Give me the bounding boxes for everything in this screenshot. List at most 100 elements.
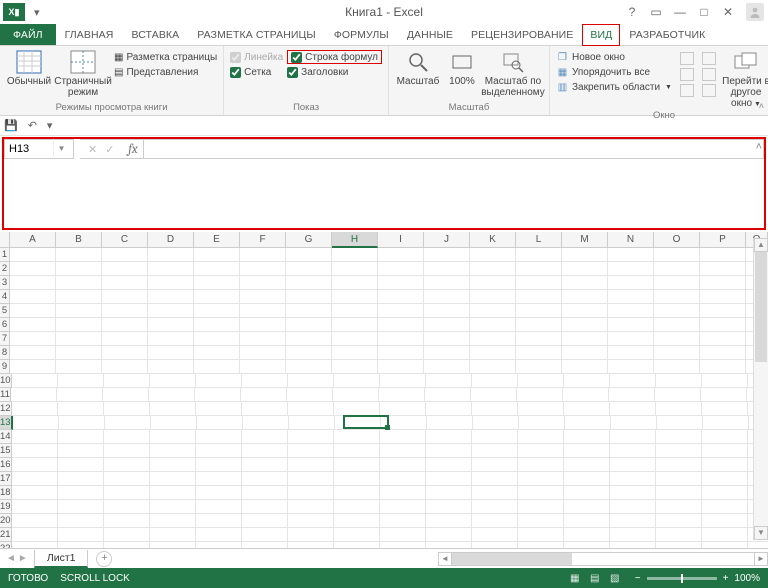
cell[interactable]	[242, 458, 288, 472]
pagebreak-shortcut-icon[interactable]: ▧	[605, 573, 625, 584]
cell[interactable]	[380, 514, 426, 528]
cell[interactable]	[286, 360, 332, 374]
cell[interactable]	[332, 290, 378, 304]
cell[interactable]	[194, 248, 240, 262]
cell[interactable]	[194, 318, 240, 332]
zoom-button[interactable]: Масштаб	[395, 48, 441, 87]
cell[interactable]	[148, 360, 194, 374]
view-shortcuts[interactable]: ▦▤▧	[565, 573, 625, 584]
scroll-down-icon[interactable]: ▼	[754, 526, 768, 540]
row-header-15[interactable]: 15	[0, 444, 12, 458]
close-icon[interactable]: ✕	[716, 5, 740, 19]
cell[interactable]	[334, 430, 380, 444]
cell[interactable]	[56, 332, 102, 346]
cell[interactable]	[564, 514, 610, 528]
cell[interactable]	[470, 276, 516, 290]
col-header-K[interactable]: K	[470, 232, 516, 248]
cell[interactable]	[288, 458, 334, 472]
cell[interactable]	[426, 500, 472, 514]
cell[interactable]	[564, 374, 610, 388]
cell[interactable]	[332, 332, 378, 346]
tab-page-layout[interactable]: РАЗМЕТКА СТРАНИЦЫ	[188, 24, 325, 45]
cell[interactable]	[562, 262, 608, 276]
cell[interactable]	[654, 262, 700, 276]
cell[interactable]	[286, 332, 332, 346]
cell[interactable]	[332, 360, 378, 374]
cell[interactable]	[700, 276, 746, 290]
cell[interactable]	[470, 290, 516, 304]
cell[interactable]	[288, 444, 334, 458]
headings-checkbox[interactable]: Заголовки	[287, 65, 382, 79]
cell[interactable]	[380, 458, 426, 472]
cell[interactable]	[10, 262, 56, 276]
cell[interactable]	[148, 346, 194, 360]
cell[interactable]	[472, 402, 518, 416]
cell[interactable]	[10, 332, 56, 346]
cell[interactable]	[102, 332, 148, 346]
col-header-E[interactable]: E	[194, 232, 240, 248]
tab-home[interactable]: ГЛАВНАЯ	[56, 24, 123, 45]
cell[interactable]	[10, 304, 56, 318]
cell[interactable]	[424, 304, 470, 318]
window-split-icons[interactable]	[680, 48, 694, 97]
help-icon[interactable]: ?	[620, 5, 644, 19]
cell[interactable]	[562, 346, 608, 360]
cell[interactable]	[104, 472, 150, 486]
cell[interactable]	[288, 486, 334, 500]
undo-icon[interactable]: ↶	[28, 119, 37, 132]
cell[interactable]	[148, 304, 194, 318]
cell[interactable]	[656, 374, 702, 388]
cell[interactable]	[148, 262, 194, 276]
cell[interactable]	[654, 276, 700, 290]
cell[interactable]	[654, 290, 700, 304]
cell[interactable]	[104, 458, 150, 472]
cell[interactable]	[240, 318, 286, 332]
cell[interactable]	[102, 360, 148, 374]
cell[interactable]	[334, 514, 380, 528]
cell[interactable]	[380, 430, 426, 444]
cell[interactable]	[378, 248, 424, 262]
cell[interactable]	[102, 318, 148, 332]
cell[interactable]	[564, 486, 610, 500]
cell[interactable]	[608, 290, 654, 304]
cell[interactable]	[242, 444, 288, 458]
custom-views-button[interactable]: ▤Представления	[114, 65, 217, 79]
cell[interactable]	[288, 500, 334, 514]
cell[interactable]	[194, 276, 240, 290]
cell[interactable]	[518, 374, 564, 388]
cell[interactable]	[426, 374, 472, 388]
cell[interactable]	[470, 332, 516, 346]
cell[interactable]	[58, 500, 104, 514]
freeze-panes-button[interactable]: ▥Закрепить области▼	[556, 80, 672, 94]
col-header-M[interactable]: M	[562, 232, 608, 248]
cell[interactable]	[472, 486, 518, 500]
cell[interactable]	[240, 248, 286, 262]
cell[interactable]	[197, 416, 243, 430]
cell[interactable]	[242, 500, 288, 514]
col-header-J[interactable]: J	[424, 232, 470, 248]
sheet-nav-next-icon[interactable]: ►	[18, 553, 28, 564]
formula-bar-checkbox[interactable]: Строка формул	[287, 50, 382, 64]
cell[interactable]	[702, 514, 748, 528]
cell[interactable]	[610, 402, 656, 416]
cell[interactable]	[104, 486, 150, 500]
cell[interactable]	[150, 472, 196, 486]
cell[interactable]	[700, 248, 746, 262]
scroll-left-icon[interactable]: ◄	[438, 552, 452, 566]
cell[interactable]	[610, 528, 656, 542]
vertical-scrollbar[interactable]: ▲ ▼	[753, 238, 768, 540]
cell[interactable]	[102, 290, 148, 304]
cell[interactable]	[58, 472, 104, 486]
cell[interactable]	[194, 332, 240, 346]
cell[interactable]	[379, 388, 425, 402]
pagelayout-shortcut-icon[interactable]: ▤	[585, 573, 605, 584]
cell[interactable]	[610, 514, 656, 528]
normal-shortcut-icon[interactable]: ▦	[565, 573, 585, 584]
gridlines-checkbox[interactable]: Сетка	[230, 65, 283, 79]
tab-developer[interactable]: РАЗРАБОТЧИК	[620, 24, 714, 45]
col-header-G[interactable]: G	[286, 232, 332, 248]
cell[interactable]	[656, 500, 702, 514]
cell[interactable]	[702, 486, 748, 500]
cell[interactable]	[10, 290, 56, 304]
cell[interactable]	[424, 332, 470, 346]
